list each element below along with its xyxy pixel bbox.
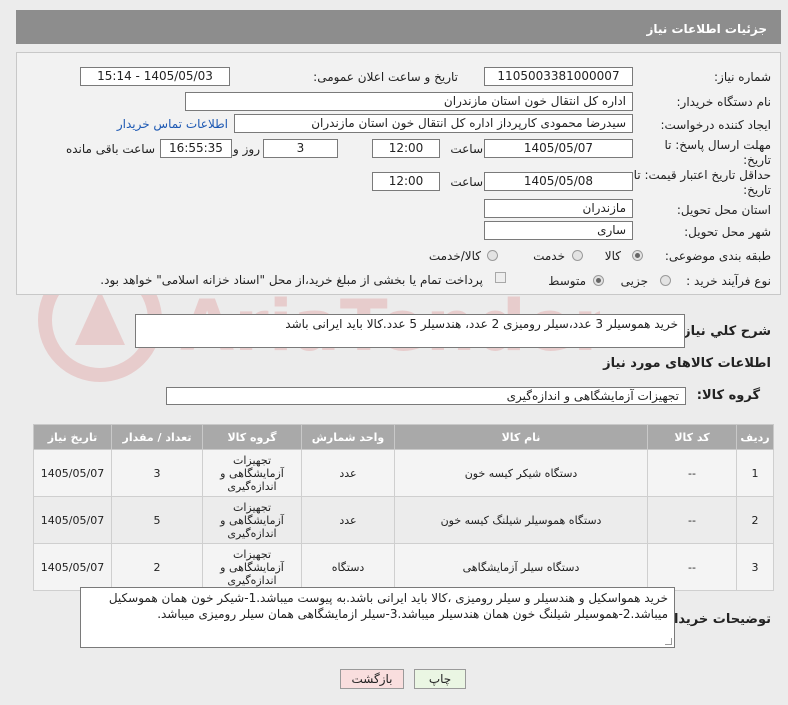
cell-group: تجهیزات آزمایشگاهی و اندازه‌گیری xyxy=(202,543,302,591)
col-unit: واحد شمارش xyxy=(301,424,395,450)
cell-code: -- xyxy=(647,496,737,544)
page-title-bar: جزئیات اطلاعات نیاز xyxy=(16,10,781,44)
cell-unit: عدد xyxy=(301,449,395,497)
col-group: گروه کالا xyxy=(202,424,302,450)
table-row[interactable]: 2 -- دستگاه هموسیلر شیلنگ کیسه خون عدد ت… xyxy=(33,496,774,544)
cell-index: 1 xyxy=(736,449,774,497)
announce-field[interactable]: 1405/05/03 - 15:14 xyxy=(80,67,230,86)
days-field[interactable]: 3 xyxy=(263,139,338,158)
cell-date: 1405/05/07 xyxy=(33,496,112,544)
cell-qty: 2 xyxy=(111,543,203,591)
send-time-field[interactable]: 12:00 xyxy=(372,139,440,158)
buyer-notes-field[interactable]: خرید همواسکیل و هندسیلر و سیلر رومیزی ،ک… xyxy=(80,587,675,648)
goods-group-field[interactable]: تجهیزات آزمایشگاهی و اندازه‌گیری xyxy=(166,387,686,405)
description-field[interactable]: خرید هموسیلر 3 عدد،سیلر رومیزی 2 عدد، هن… xyxy=(135,314,685,348)
cell-unit: عدد xyxy=(301,496,395,544)
cell-unit: دستگاه xyxy=(301,543,395,591)
creator-field[interactable]: سیدرضا محمودی کارپرداز اداره کل انتقال خ… xyxy=(234,114,633,133)
category-radio-goods-service[interactable] xyxy=(487,250,498,261)
need-number-label: شماره نیاز: xyxy=(714,70,771,84)
remaining-time-field[interactable]: 16:55:35 xyxy=(160,139,232,158)
col-qty: تعداد / مقدار xyxy=(111,424,203,450)
buyer-notes-text: خرید همواسکیل و هندسیلر و سیلر رومیزی ،ک… xyxy=(108,591,668,621)
remaining-time-label: ساعت باقی مانده xyxy=(65,142,155,156)
category-label: طبقه بندی موضوعی: xyxy=(664,249,771,263)
process-option-medium: متوسط xyxy=(548,274,586,288)
cell-name: دستگاه سیلر آزمایشگاهی xyxy=(394,543,648,591)
buyer-notes-label: توضیحات خریدار: xyxy=(661,612,771,627)
cell-name: دستگاه شیکر کیسه خون xyxy=(394,449,648,497)
province-label: استان محل تحویل: xyxy=(676,203,771,217)
col-name: نام کالا xyxy=(394,424,648,450)
resize-handle-icon[interactable] xyxy=(665,638,672,645)
cell-index: 3 xyxy=(736,543,774,591)
cell-group: تجهیزات آزمایشگاهی و اندازه‌گیری xyxy=(202,449,302,497)
announce-label: تاریخ و ساعت اعلان عمومی: xyxy=(313,70,458,84)
category-option-goods-service: کالا/خدمت xyxy=(428,249,481,263)
buyer-org-label: نام دستگاه خریدار: xyxy=(676,95,772,109)
need-number-field[interactable]: 1105003381000007 xyxy=(484,67,633,86)
province-field[interactable]: مازندران xyxy=(484,199,633,218)
process-radio-minor[interactable] xyxy=(660,275,671,286)
validity-date-field[interactable]: 1405/05/08 xyxy=(484,172,633,191)
page-title: جزئیات اطلاعات نیاز xyxy=(646,22,767,36)
cell-qty: 5 xyxy=(111,496,203,544)
cell-code: -- xyxy=(647,449,737,497)
send-deadline-label: مهلت ارسال پاسخ: تا تاریخ: xyxy=(664,138,771,167)
col-code: کد کالا xyxy=(647,424,737,450)
goods-table-header: ردیف کد کالا نام کالا واحد شمارش گروه کا… xyxy=(33,424,774,450)
back-button[interactable]: بازگشت xyxy=(340,669,404,689)
table-row[interactable]: 1 -- دستگاه شیکر کیسه خون عدد تجهیزات آز… xyxy=(33,449,774,497)
cell-code: -- xyxy=(647,543,737,591)
col-index: ردیف xyxy=(736,424,774,450)
goods-table: ردیف کد کالا نام کالا واحد شمارش گروه کا… xyxy=(33,424,774,591)
buyer-contact-link[interactable]: اطلاعات تماس خریدار xyxy=(117,117,228,131)
category-radio-service[interactable] xyxy=(572,250,583,261)
cell-date: 1405/05/07 xyxy=(33,543,112,591)
cell-index: 2 xyxy=(736,496,774,544)
category-radio-goods[interactable] xyxy=(632,250,643,261)
city-label: شهر محل تحویل: xyxy=(684,225,771,239)
creator-label: ایجاد کننده درخواست: xyxy=(660,118,771,132)
treasury-checkbox[interactable] xyxy=(495,272,506,283)
send-time-label: ساعت xyxy=(450,142,483,156)
cell-date: 1405/05/07 xyxy=(33,449,112,497)
validity-time-label: ساعت xyxy=(450,175,483,189)
send-date-field[interactable]: 1405/05/07 xyxy=(484,139,633,158)
goods-section-title: اطلاعات کالاهای مورد نیاز xyxy=(603,356,771,371)
buyer-org-field[interactable]: اداره کل انتقال خون استان مازندران xyxy=(185,92,633,111)
process-radio-medium[interactable] xyxy=(593,275,604,286)
category-option-service: خدمت xyxy=(533,249,565,263)
col-date: تاریخ نیاز xyxy=(33,424,112,450)
validity-time-field[interactable]: 12:00 xyxy=(372,172,440,191)
goods-group-label: گروه کالا: xyxy=(696,388,760,403)
treasury-note: پرداخت تمام یا بخشی از مبلغ خرید،از محل … xyxy=(100,273,483,287)
category-option-goods: کالا xyxy=(604,249,621,263)
table-row[interactable]: 3 -- دستگاه سیلر آزمایشگاهی دستگاه تجهیز… xyxy=(33,543,774,591)
print-button[interactable]: چاپ xyxy=(414,669,466,689)
cell-qty: 3 xyxy=(111,449,203,497)
validity-label: حداقل تاریخ اعتبار قیمت: تا تاریخ: xyxy=(633,168,771,197)
process-label: نوع فرآیند خرید : xyxy=(686,274,771,288)
city-field[interactable]: ساری xyxy=(484,221,633,240)
cell-group: تجهیزات آزمایشگاهی و اندازه‌گیری xyxy=(202,496,302,544)
process-option-minor: جزیی xyxy=(620,274,648,288)
cell-name: دستگاه هموسیلر شیلنگ کیسه خون xyxy=(394,496,648,544)
days-label: روز و xyxy=(233,142,260,156)
description-label: شرح کلي نياز: xyxy=(677,324,771,339)
